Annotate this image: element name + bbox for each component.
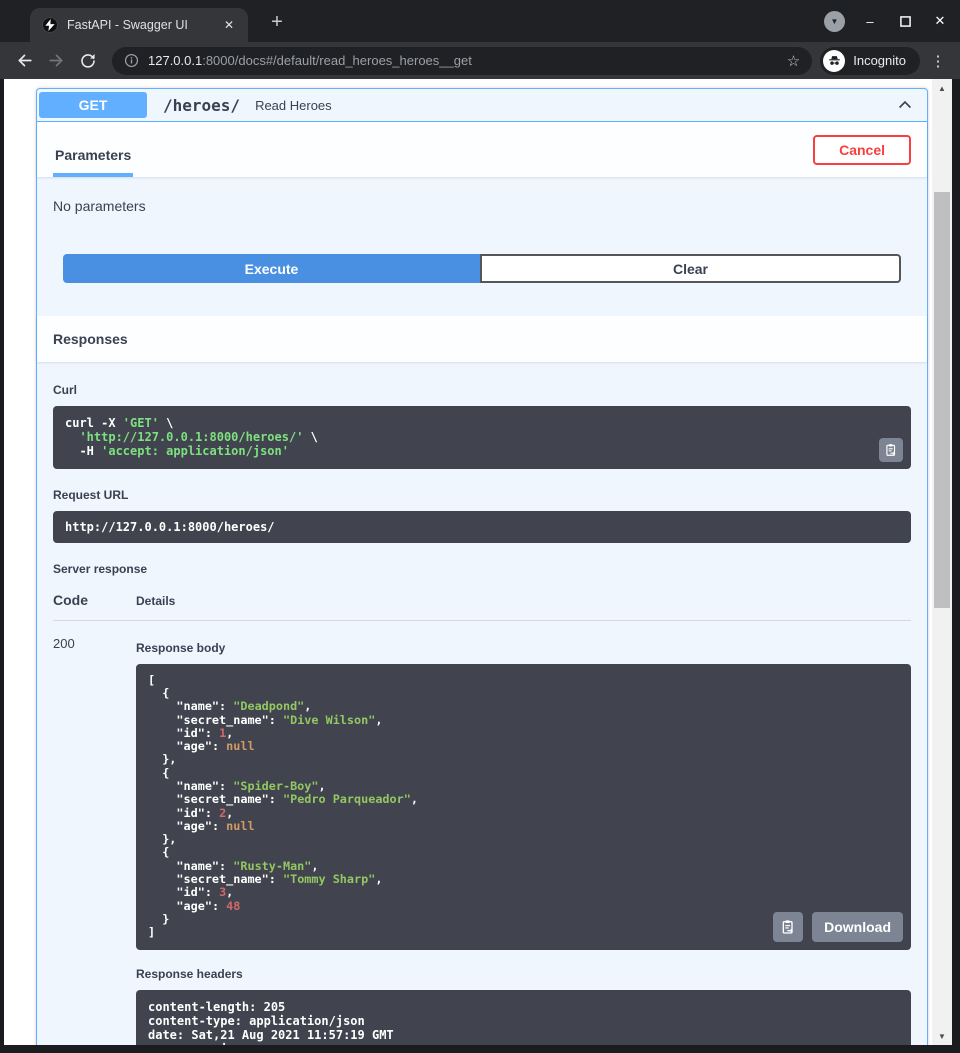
clipboard-icon	[780, 919, 796, 935]
response-body: [ { "name": "Deadpond", "secret_name": "…	[136, 664, 911, 950]
response-headers-label: Response headers	[136, 967, 911, 981]
curl-label: Curl	[53, 383, 911, 397]
browser-tab[interactable]: FastAPI - Swagger UI ✕	[30, 8, 248, 42]
url-bar[interactable]: 127.0.0.1:8000/docs#/default/read_heroes…	[112, 47, 812, 75]
tab-parameters: Parameters	[53, 147, 133, 177]
response-table-header: Code Details	[53, 592, 911, 621]
responses-body: Curl curl -X 'GET' \ 'http://127.0.0.1:8…	[37, 362, 927, 1045]
window-controls: ▼ – ✕	[824, 0, 950, 42]
response-body-actions: Download	[773, 912, 903, 942]
tab-close-icon[interactable]: ✕	[220, 16, 238, 34]
parameters-section-header: Parameters Cancel	[37, 122, 927, 177]
download-button[interactable]: Download	[812, 912, 903, 942]
tab-title: FastAPI - Swagger UI	[67, 18, 220, 32]
tab-search-icon[interactable]: ▼	[824, 11, 845, 32]
new-tab-button[interactable]: +	[264, 9, 290, 35]
url-host: 127.0.0.1	[148, 53, 202, 68]
execute-row: Execute Clear	[63, 254, 901, 283]
scroll-up-icon[interactable]: ▲	[932, 84, 952, 93]
tab-bar: FastAPI - Swagger UI ✕ + ▼ – ✕	[0, 0, 960, 42]
maximize-icon[interactable]	[895, 11, 915, 31]
incognito-badge: Incognito	[820, 47, 920, 75]
response-headers: content-length: 205content-type: applica…	[136, 990, 911, 1045]
code-column-header: Code	[53, 592, 136, 608]
browser-window: FastAPI - Swagger UI ✕ + ▼ – ✕ 127.0.0.1…	[0, 0, 960, 1053]
browser-menu-icon[interactable]: ⋮	[928, 52, 948, 70]
status-code: 200	[53, 636, 136, 1045]
cancel-button[interactable]: Cancel	[813, 135, 911, 165]
url-path: :8000/docs#/default/read_heroes_heroes__…	[202, 53, 472, 68]
fastapi-favicon-icon	[42, 17, 58, 33]
scrollbar-thumb[interactable]	[934, 192, 950, 608]
clipboard-icon	[884, 443, 898, 457]
request-url-label: Request URL	[53, 488, 911, 502]
no-parameters-text: No parameters	[53, 198, 911, 214]
back-icon[interactable]	[11, 48, 37, 74]
forward-icon[interactable]	[43, 48, 69, 74]
parameters-body: No parameters Execute Clear	[37, 177, 927, 316]
clear-button[interactable]: Clear	[480, 254, 901, 283]
incognito-icon	[823, 50, 845, 72]
page-viewport: GET /heroes/ Read Heroes Parameters Canc…	[4, 79, 932, 1045]
request-url-value: http://127.0.0.1:8000/heroes/	[53, 511, 911, 543]
page-scrollbar[interactable]: ▲ ▼	[932, 79, 952, 1045]
page-info-icon[interactable]	[124, 53, 139, 68]
opblock-get-heroes: GET /heroes/ Read Heroes Parameters Canc…	[36, 88, 928, 1045]
response-row-200: 200 Response body [ { "name": "Deadpond"…	[53, 636, 911, 1045]
incognito-label: Incognito	[853, 53, 906, 68]
opblock-summary[interactable]: GET /heroes/ Read Heroes	[37, 89, 927, 122]
scroll-down-icon[interactable]: ▼	[932, 1032, 952, 1041]
responses-section-header: Responses	[37, 316, 927, 362]
endpoint-summary: Read Heroes	[255, 98, 332, 113]
browser-toolbar: 127.0.0.1:8000/docs#/default/read_heroes…	[0, 42, 960, 79]
close-window-icon[interactable]: ✕	[930, 11, 950, 31]
response-details: Response body [ { "name": "Deadpond", "s…	[136, 636, 911, 1045]
details-column-header: Details	[136, 592, 175, 608]
response-body-label: Response body	[136, 641, 911, 655]
curl-command: curl -X 'GET' \ 'http://127.0.0.1:8000/h…	[53, 406, 911, 469]
server-response-label: Server response	[53, 562, 911, 576]
method-badge: GET	[39, 92, 147, 118]
collapse-chevron-icon[interactable]	[895, 95, 915, 115]
endpoint-path: /heroes/	[163, 96, 240, 115]
bookmark-star-icon[interactable]: ☆	[787, 52, 800, 70]
copy-response-button[interactable]	[773, 912, 803, 942]
execute-button[interactable]: Execute	[63, 254, 480, 283]
copy-curl-button[interactable]	[879, 438, 903, 462]
minimize-icon[interactable]: –	[860, 11, 880, 31]
reload-icon[interactable]	[75, 48, 101, 74]
maximize-glyph	[900, 16, 911, 27]
